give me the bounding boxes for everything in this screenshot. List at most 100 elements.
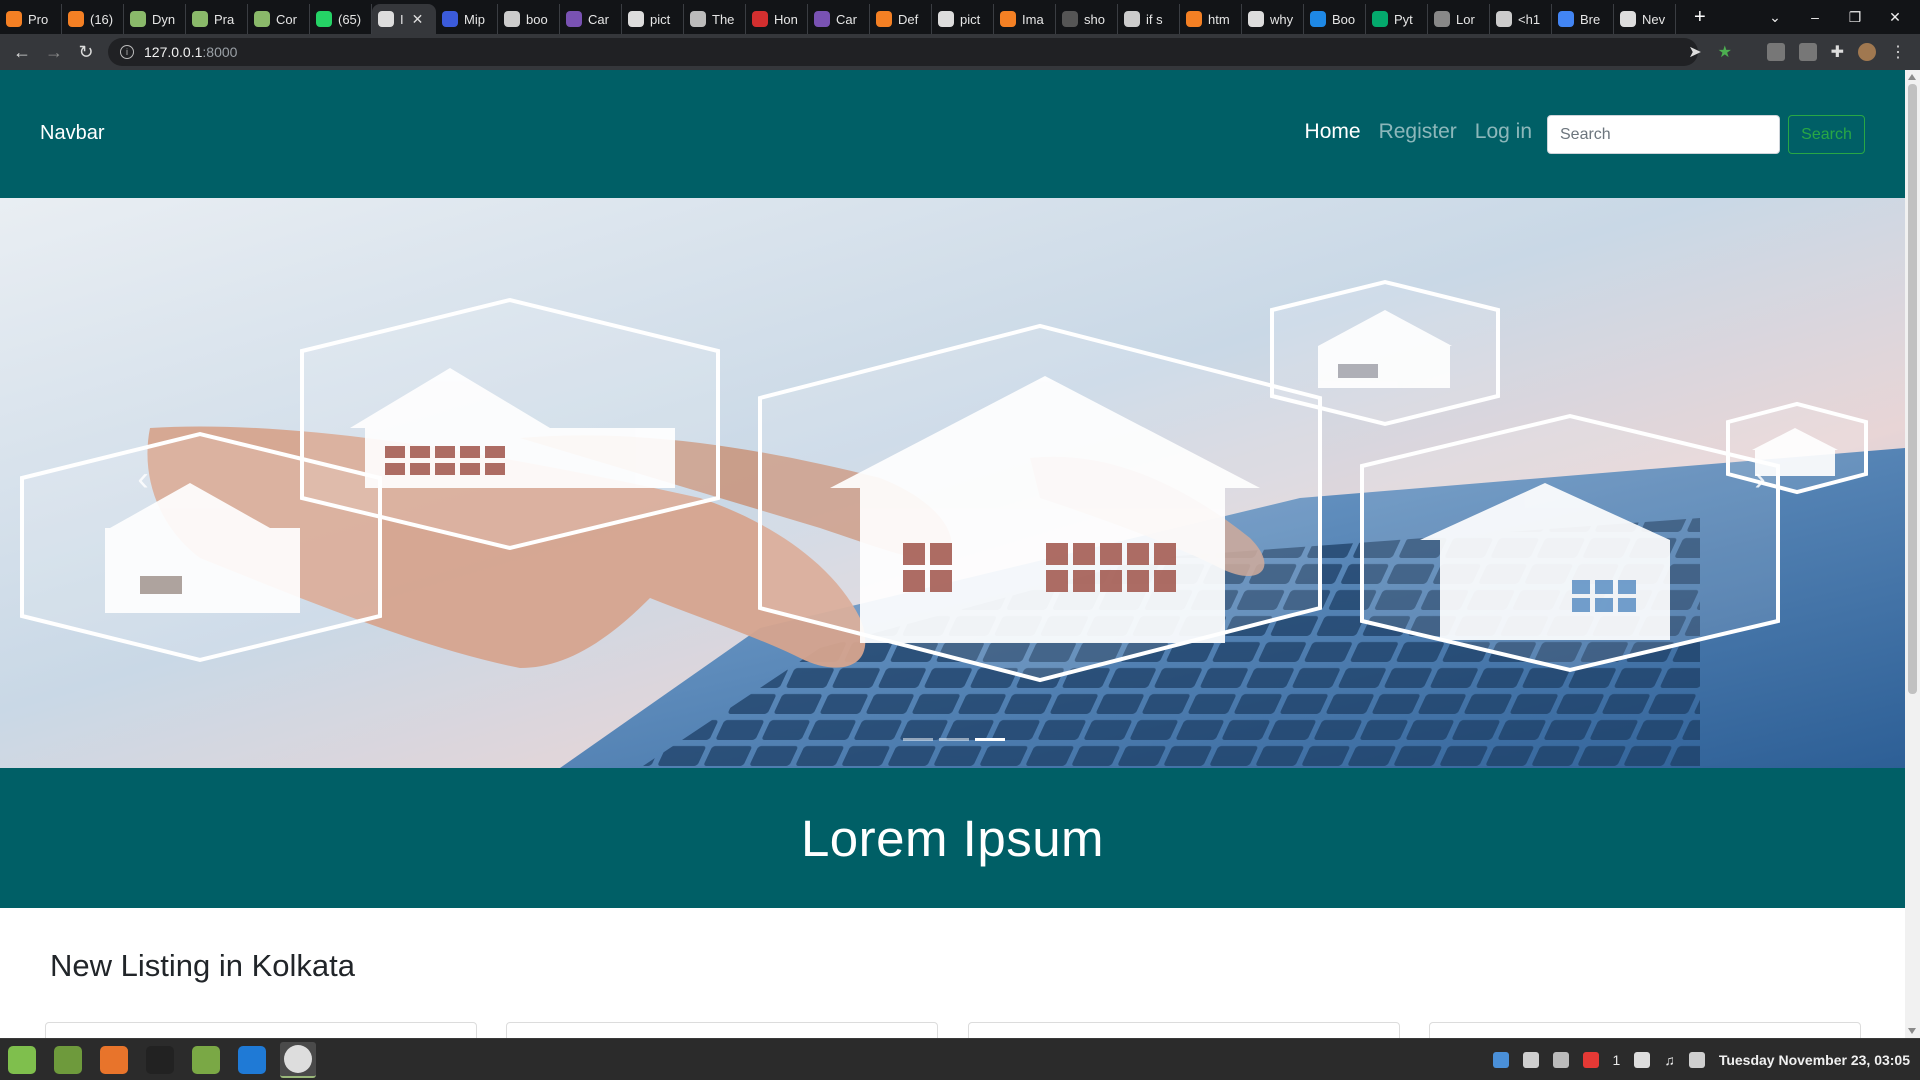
window-controls: ⌄ – ❐ ✕ bbox=[1766, 0, 1920, 34]
nav-register-link[interactable]: Register bbox=[1379, 120, 1457, 144]
browser-tab[interactable]: (16) bbox=[62, 4, 124, 34]
carousel-indicator[interactable] bbox=[939, 738, 969, 741]
browser-tab[interactable]: if s bbox=[1118, 4, 1180, 34]
scroll-up-icon[interactable] bbox=[1908, 74, 1916, 80]
browser-tab[interactable]: <h1 bbox=[1490, 4, 1552, 34]
browser-tab[interactable]: The bbox=[684, 4, 746, 34]
nav-login-link[interactable]: Log in bbox=[1475, 120, 1532, 144]
notification-badge[interactable]: 1 bbox=[1613, 1052, 1621, 1068]
search-button[interactable]: Search bbox=[1788, 115, 1865, 154]
minimize-icon[interactable]: – bbox=[1806, 9, 1824, 25]
browser-tab[interactable]: pict bbox=[622, 4, 684, 34]
search-input[interactable] bbox=[1547, 115, 1780, 154]
taskbar-app[interactable] bbox=[142, 1042, 178, 1078]
browser-tab[interactable]: Pro bbox=[0, 4, 62, 34]
carousel-indicator[interactable] bbox=[975, 738, 1005, 741]
listing-card[interactable] bbox=[1429, 1022, 1861, 1038]
browser-tab[interactable]: htm bbox=[1180, 4, 1242, 34]
clock[interactable]: Tuesday November 23, 03:05 bbox=[1719, 1052, 1910, 1068]
browser-tab[interactable]: Pra bbox=[186, 4, 248, 34]
notes-icon[interactable] bbox=[1688, 1052, 1705, 1068]
mint-menu-icon bbox=[8, 1046, 36, 1074]
bluetooth-icon[interactable] bbox=[1552, 1052, 1569, 1068]
browser-tab[interactable]: Mip bbox=[436, 4, 498, 34]
new-tab-button[interactable]: + bbox=[1694, 7, 1706, 27]
browser-tab[interactable]: Ima bbox=[994, 4, 1056, 34]
browser-tab[interactable]: pict bbox=[932, 4, 994, 34]
taskbar-apps bbox=[4, 1039, 316, 1081]
omnibox-actions: ➤ ★ bbox=[1688, 34, 1732, 70]
browser-tab[interactable]: Dyn bbox=[124, 4, 186, 34]
stackoverflow-icon bbox=[1186, 11, 1202, 27]
scroll-down-icon[interactable] bbox=[1908, 1028, 1916, 1034]
browser-toolbar: ← → ↻ i 127.0.0.1:8000 ➤ ★ ✚ ⋮ bbox=[0, 34, 1920, 70]
scroll-thumb[interactable] bbox=[1908, 84, 1917, 694]
browser-tab[interactable]: Lor bbox=[1428, 4, 1490, 34]
back-icon[interactable]: ← bbox=[6, 42, 38, 63]
browser-tab[interactable]: Hon bbox=[746, 4, 808, 34]
carousel-image bbox=[0, 198, 1905, 768]
carousel-indicator[interactable] bbox=[903, 738, 933, 741]
send-icon[interactable]: ➤ bbox=[1688, 42, 1701, 62]
stackoverflow-icon bbox=[68, 11, 84, 27]
tab-title: why bbox=[1270, 11, 1294, 27]
carousel-prev-icon[interactable]: ‹ bbox=[128, 462, 158, 496]
tab-active[interactable]: I ✕ bbox=[372, 4, 436, 34]
site-info-icon[interactable]: i bbox=[120, 45, 134, 59]
tab-search-icon[interactable]: ⌄ bbox=[1766, 9, 1784, 26]
page-scrollbar[interactable] bbox=[1905, 70, 1920, 1038]
menu-kebab-icon[interactable]: ⋮ bbox=[1890, 42, 1906, 62]
browser-tab[interactable]: boo bbox=[498, 4, 560, 34]
navbar-brand[interactable]: Navbar bbox=[40, 122, 104, 145]
tab-close-icon[interactable]: ✕ bbox=[412, 11, 424, 28]
browser-tab[interactable]: Boo bbox=[1304, 4, 1366, 34]
browser-tab[interactable]: Def bbox=[870, 4, 932, 34]
tab-title: boo bbox=[526, 11, 548, 27]
listing-card[interactable] bbox=[506, 1022, 938, 1038]
music-icon[interactable]: ♫ bbox=[1664, 1052, 1675, 1068]
avatar[interactable] bbox=[1858, 43, 1876, 61]
taskbar-app[interactable] bbox=[4, 1042, 40, 1078]
browser-tab[interactable]: Cor bbox=[248, 4, 310, 34]
browser-tab[interactable]: (65) bbox=[310, 4, 372, 34]
restore-icon[interactable]: ❐ bbox=[1846, 9, 1864, 26]
terminal-icon bbox=[146, 1046, 174, 1074]
bookmark-star-icon[interactable]: ★ bbox=[1718, 42, 1732, 62]
taskbar-app[interactable] bbox=[50, 1042, 86, 1078]
listing-card[interactable] bbox=[45, 1022, 477, 1038]
shield-icon bbox=[1310, 11, 1326, 27]
carousel-next-icon[interactable]: › bbox=[1745, 462, 1775, 496]
close-window-icon[interactable]: ✕ bbox=[1886, 9, 1904, 26]
extension-icon[interactable] bbox=[1798, 43, 1817, 61]
address-bar[interactable]: i 127.0.0.1:8000 bbox=[108, 38, 1698, 66]
update-icon[interactable] bbox=[1582, 1052, 1599, 1068]
nav-home-link[interactable]: Home bbox=[1305, 120, 1361, 144]
bar-chart-icon bbox=[442, 11, 458, 27]
chatgpt-icon bbox=[504, 11, 520, 27]
shield-icon[interactable] bbox=[1492, 1052, 1509, 1068]
browser-tab[interactable]: sho bbox=[1056, 4, 1118, 34]
browser-tab[interactable]: Car bbox=[808, 4, 870, 34]
clipboard-icon[interactable] bbox=[1522, 1052, 1539, 1068]
taskbar-app[interactable] bbox=[234, 1042, 270, 1078]
extension-icon[interactable] bbox=[1766, 43, 1785, 61]
puzzle-icon[interactable]: ✚ bbox=[1831, 42, 1844, 62]
taskbar-app[interactable] bbox=[280, 1042, 316, 1078]
browser-tab[interactable]: Car bbox=[560, 4, 622, 34]
browser-tab[interactable]: Bre bbox=[1552, 4, 1614, 34]
tab-title: if s bbox=[1146, 11, 1163, 27]
reload-icon[interactable]: ↻ bbox=[70, 42, 102, 63]
browser-tab[interactable]: Nev bbox=[1614, 4, 1676, 34]
hero-carousel: ‹ › bbox=[0, 198, 1905, 768]
network-icon[interactable] bbox=[1634, 1052, 1651, 1068]
browser-tab[interactable]: Pyt bbox=[1366, 4, 1428, 34]
taskbar-app[interactable] bbox=[188, 1042, 224, 1078]
forward-icon[interactable]: → bbox=[38, 42, 70, 63]
banner-title: Lorem Ipsum bbox=[800, 809, 1105, 867]
tab-title: Car bbox=[836, 11, 857, 27]
browser-tab[interactable]: why bbox=[1242, 4, 1304, 34]
tab-title: Pyt bbox=[1394, 11, 1413, 27]
tab-title: Ima bbox=[1022, 11, 1044, 27]
listing-card[interactable] bbox=[968, 1022, 1400, 1038]
taskbar-app[interactable] bbox=[96, 1042, 132, 1078]
